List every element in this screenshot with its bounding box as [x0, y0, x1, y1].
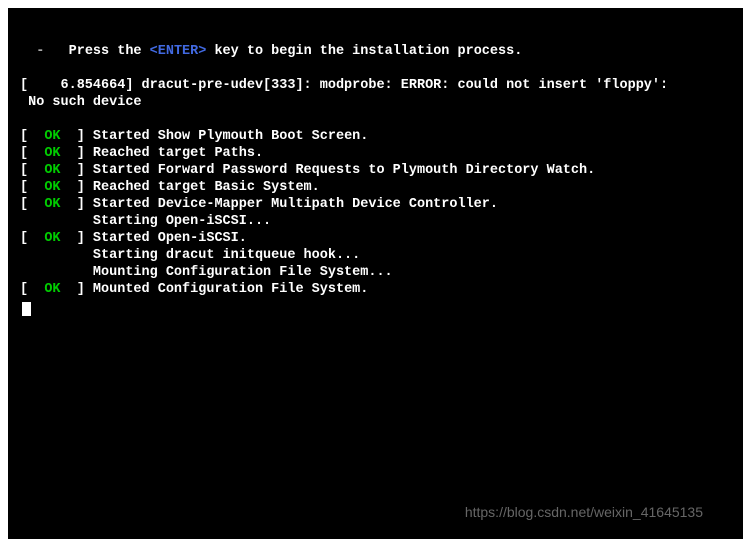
- boot-message: Starting Open-iSCSI...: [20, 214, 271, 229]
- bracket-close: ]: [61, 163, 93, 178]
- boot-message: Reached target Paths.: [93, 146, 263, 161]
- boot-message: Started Device-Mapper Multipath Device C…: [93, 197, 498, 212]
- boot-line: [ OK ] Mounted Configuration File System…: [20, 281, 731, 298]
- boot-line: Mounting Configuration File System...: [20, 264, 731, 281]
- boot-message: Started Show Plymouth Boot Screen.: [93, 129, 368, 144]
- boot-line: [ OK ] Started Forward Password Requests…: [20, 162, 731, 179]
- boot-message: Mounted Configuration File System.: [93, 282, 368, 297]
- bracket-close: ]: [61, 180, 93, 195]
- bracket-open: [: [20, 231, 44, 246]
- bracket-open: [: [20, 180, 44, 195]
- boot-line: Starting dracut initqueue hook...: [20, 247, 731, 264]
- boot-output: [ OK ] Started Show Plymouth Boot Screen…: [20, 128, 731, 298]
- cursor: [22, 302, 31, 316]
- boot-message: Mounting Configuration File System...: [20, 265, 393, 280]
- bracket-close: ]: [61, 231, 93, 246]
- press-enter-line: - Press the <ENTER> key to begin the ins…: [20, 43, 731, 60]
- cursor-line: [20, 298, 731, 322]
- boot-message: Started Forward Password Requests to Ply…: [93, 163, 595, 178]
- press-text: Press the: [61, 44, 150, 59]
- ok-label: OK: [44, 146, 60, 161]
- ok-label: OK: [44, 231, 60, 246]
- rest-text: key to begin the installation process.: [206, 44, 522, 59]
- bracket-close: ]: [61, 197, 93, 212]
- boot-line: [ OK ] Started Show Plymouth Boot Screen…: [20, 128, 731, 145]
- bracket-open: [: [20, 146, 44, 161]
- bracket-close: ]: [61, 282, 93, 297]
- ok-label: OK: [44, 163, 60, 178]
- boot-line: Starting Open-iSCSI...: [20, 213, 731, 230]
- blank-line: [20, 111, 731, 128]
- boot-line: [ OK ] Started Open-iSCSI.: [20, 230, 731, 247]
- boot-message: Starting dracut initqueue hook...: [20, 248, 360, 263]
- boot-terminal: - Press the <ENTER> key to begin the ins…: [8, 8, 743, 539]
- bracket-open: [: [20, 163, 44, 178]
- error-line-2: No such device: [20, 94, 731, 111]
- bracket-open: [: [20, 282, 44, 297]
- boot-line: [ OK ] Reached target Paths.: [20, 145, 731, 162]
- watermark: https://blog.csdn.net/weixin_41645135: [465, 504, 703, 521]
- bracket-close: ]: [61, 146, 93, 161]
- ok-label: OK: [44, 197, 60, 212]
- boot-message: Reached target Basic System.: [93, 180, 320, 195]
- enter-key: <ENTER>: [150, 44, 207, 59]
- ok-label: OK: [44, 180, 60, 195]
- error-line-1: [ 6.854664] dracut-pre-udev[333]: modpro…: [20, 77, 731, 94]
- ok-label: OK: [44, 129, 60, 144]
- boot-line: [ OK ] Reached target Basic System.: [20, 179, 731, 196]
- dash: -: [20, 44, 61, 59]
- ok-label: OK: [44, 282, 60, 297]
- bracket-open: [: [20, 129, 44, 144]
- bracket-open: [: [20, 197, 44, 212]
- bracket-close: ]: [61, 129, 93, 144]
- blank-line: [20, 60, 731, 77]
- boot-message: Started Open-iSCSI.: [93, 231, 247, 246]
- boot-line: [ OK ] Started Device-Mapper Multipath D…: [20, 196, 731, 213]
